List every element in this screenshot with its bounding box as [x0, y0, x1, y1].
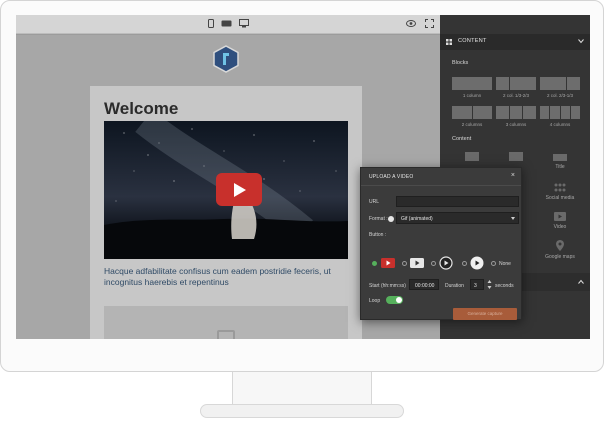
image-icon — [465, 152, 479, 161]
gray-play-style-icon[interactable] — [410, 258, 424, 268]
button-style-label: Button : — [369, 232, 387, 238]
desktop-icon[interactable] — [239, 19, 249, 28]
device-switcher — [208, 19, 249, 28]
block-2col-1-3-2-3[interactable]: 2 col. 1/3-2/3 — [496, 77, 536, 98]
content-item-label: Google maps — [545, 254, 575, 260]
duration-stepper-icon[interactable] — [487, 279, 492, 290]
seconds-label: seconds — [495, 283, 514, 289]
block-2-columns[interactable]: 2 columns — [452, 106, 492, 127]
content-item-video[interactable]: Video — [540, 212, 580, 230]
content-item-label: Video — [553, 224, 567, 230]
block-label: 3 columns — [505, 122, 527, 127]
generate-capture-button[interactable]: Generate capture — [453, 308, 517, 320]
none-label: None — [499, 261, 511, 267]
image-icon — [217, 330, 235, 339]
mobile-icon[interactable] — [208, 19, 214, 28]
logo-icon — [213, 45, 239, 73]
content-item-google-maps[interactable]: Google maps — [540, 240, 580, 260]
block-label: 2 col. 2/3-1/3 — [546, 93, 573, 98]
block-label: 4 columns — [549, 122, 571, 127]
start-label: Start (hh:mm:ss) — [369, 283, 406, 289]
content-item-social-media[interactable]: Social media — [540, 183, 580, 201]
white-play-style-icon[interactable] — [470, 256, 484, 270]
top-toolbar — [16, 15, 440, 34]
outline-play-style-icon[interactable] — [439, 256, 453, 270]
social-media-icon — [554, 183, 566, 192]
url-input[interactable] — [396, 196, 519, 207]
block-label: 1 column — [462, 93, 482, 98]
red-play-style-icon[interactable] — [381, 258, 395, 268]
map-pin-icon — [556, 240, 564, 251]
text-icon — [509, 152, 523, 161]
content-item-text[interactable] — [496, 152, 536, 164]
eye-icon[interactable] — [406, 20, 416, 27]
duration-label: Duration — [445, 283, 464, 289]
content-item-image[interactable] — [452, 152, 492, 164]
panel-header[interactable]: CONTENT — [440, 34, 590, 50]
modal-title: UPLOAD A VIDEO — [369, 174, 414, 180]
duration-input[interactable]: 3 — [470, 279, 484, 290]
start-input[interactable]: 00:00:00 — [409, 279, 439, 290]
monitor-base — [200, 404, 404, 418]
button-style-radio-outline[interactable] — [431, 261, 436, 266]
email-title[interactable]: Welcome — [104, 99, 178, 119]
chevron-up-icon[interactable] — [578, 279, 584, 285]
content-section-title: Content — [452, 136, 472, 142]
monitor-frame: Welcome Hacque adfabilitate confisus cum… — [0, 0, 604, 372]
url-label: URL — [369, 199, 380, 205]
block-2col-2-3-1-3[interactable]: 2 col. 2/3-1/3 — [540, 77, 580, 98]
blocks-section-title: Blocks — [452, 60, 469, 66]
start-input-value: 00:00:00 — [415, 283, 435, 289]
block-4-columns[interactable]: 4 columns — [540, 106, 580, 127]
content-item-title[interactable]: Title — [540, 154, 580, 170]
content-item-label: Title — [555, 164, 565, 170]
upload-video-modal: UPLOAD A VIDEO × URL Format : Gif (anima… — [360, 167, 522, 320]
modal-header: UPLOAD A VIDEO × — [361, 168, 521, 186]
format-select-value: Gif (animated) — [401, 216, 433, 222]
app-screen: Welcome Hacque adfabilitate confisus cum… — [16, 15, 590, 339]
monitor-stand — [232, 372, 372, 404]
play-button[interactable] — [216, 173, 262, 206]
format-select[interactable]: Gif (animated) — [396, 212, 519, 224]
grid-icon — [446, 39, 452, 45]
button-style-radio-none[interactable] — [491, 261, 496, 266]
block-3-columns[interactable]: 3 columns — [496, 106, 537, 127]
image-placeholder-block[interactable] — [104, 306, 348, 339]
button-style-radio-white[interactable] — [462, 261, 467, 266]
block-label: 2 col. 1/3-2/3 — [502, 93, 529, 98]
email-body-text[interactable]: Hacque adfabilitate confisus cum eadem p… — [104, 266, 344, 288]
button-style-radio-gray[interactable] — [402, 261, 407, 266]
email-content: Welcome Hacque adfabilitate confisus cum… — [90, 86, 362, 339]
content-item-label: Social media — [545, 195, 575, 201]
help-icon[interactable] — [388, 216, 394, 222]
title-icon — [553, 154, 567, 161]
format-label: Format : — [369, 216, 388, 222]
button-style-radio-red[interactable] — [372, 261, 377, 266]
duration-input-value: 3 — [474, 283, 477, 289]
chevron-down-icon — [511, 217, 515, 220]
panel-title: CONTENT — [458, 38, 487, 44]
block-1-column[interactable]: 1 column — [452, 77, 492, 98]
block-label: 2 columns — [461, 122, 483, 127]
loop-label: Loop — [369, 298, 381, 304]
chevron-down-icon[interactable] — [578, 38, 584, 44]
close-icon[interactable]: × — [511, 172, 515, 180]
loop-toggle[interactable] — [386, 296, 403, 304]
video-thumbnail[interactable] — [104, 121, 348, 259]
tablet-icon[interactable] — [221, 20, 232, 27]
toolbar-actions — [406, 19, 434, 28]
fullscreen-icon[interactable] — [425, 19, 434, 28]
video-icon — [554, 212, 566, 221]
